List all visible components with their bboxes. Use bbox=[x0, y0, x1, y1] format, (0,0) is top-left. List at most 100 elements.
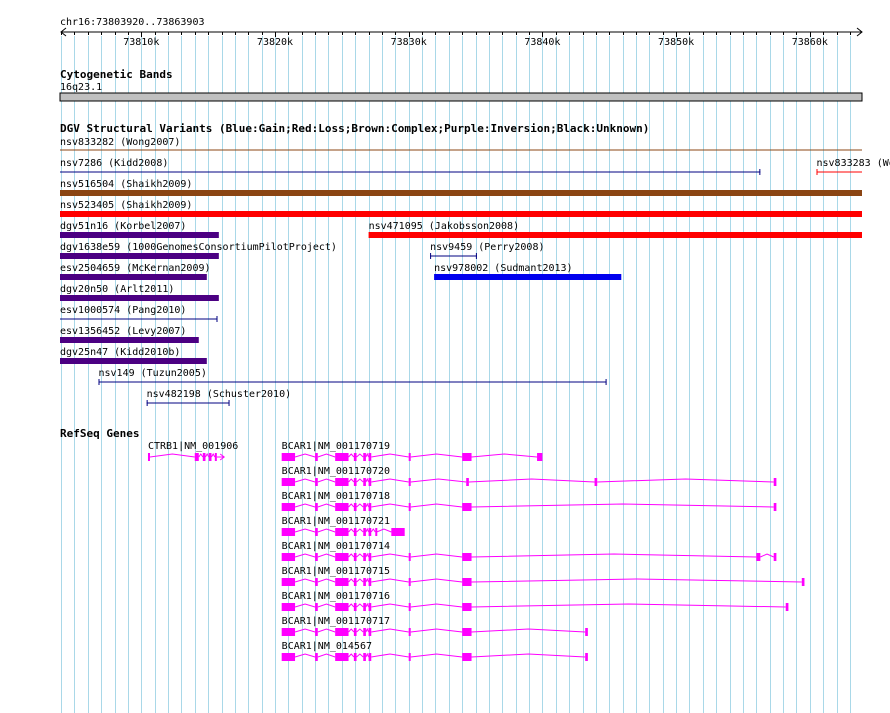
dgv-feature[interactable]: nsv523405 (Shaikh2009) bbox=[60, 200, 862, 217]
gene-intron bbox=[468, 478, 595, 483]
gene-exon bbox=[281, 603, 296, 611]
dgv-feature-bar[interactable] bbox=[60, 232, 219, 238]
gene-exon bbox=[408, 603, 411, 611]
gene-label: BCAR1|NM_001170715 bbox=[282, 566, 390, 577]
dgv-feature[interactable]: esv1356452 (Levy2007) bbox=[60, 326, 199, 343]
gene-exon bbox=[353, 603, 357, 611]
gene-intron bbox=[356, 478, 364, 483]
gene-exon bbox=[462, 628, 472, 636]
gene-exon bbox=[315, 528, 318, 536]
gene-intron bbox=[348, 653, 355, 658]
ruler-tick-label: 73830k bbox=[391, 37, 427, 48]
region-label: chr16:73803920..73863903 bbox=[60, 17, 205, 28]
dgv-feature[interactable]: dgv1638e59 (1000GenomesConsortiumPilotPr… bbox=[60, 242, 337, 259]
dgv-feature-label: esv2504659 (McKernan2009) bbox=[60, 263, 211, 274]
dgv-feature[interactable]: esv2504659 (McKernan2009) bbox=[60, 263, 211, 280]
gene-exon bbox=[353, 478, 357, 486]
dgv-feature[interactable]: nsv482198 (Schuster2010) bbox=[146, 389, 292, 406]
gene-model[interactable]: CTRB1|NM_001906 bbox=[147, 441, 238, 461]
dgv-feature-bar[interactable] bbox=[434, 274, 622, 280]
gene-exon bbox=[408, 653, 411, 661]
gene-model[interactable]: BCAR1|NM_001170717 bbox=[281, 616, 588, 636]
gene-exon bbox=[462, 578, 472, 586]
dgv-feature-bar[interactable] bbox=[60, 337, 199, 343]
ruler-tick-label: 73860k bbox=[792, 37, 828, 48]
gene-exon bbox=[462, 653, 472, 661]
gene-intron bbox=[410, 653, 463, 658]
gene-exon bbox=[785, 603, 789, 611]
dgv-feature-label: nsv471095 (Jakobsson2008) bbox=[369, 221, 520, 232]
gene-exon bbox=[368, 603, 372, 611]
dgv-feature-bar[interactable] bbox=[60, 274, 207, 280]
gene-label: CTRB1|NM_001906 bbox=[148, 441, 238, 452]
dgv-feature-bar[interactable] bbox=[60, 295, 219, 301]
dgv-feature[interactable]: nsv833283 (Wong2007) bbox=[816, 158, 890, 175]
gene-exon bbox=[353, 653, 357, 661]
refseq-track: RefSeq Genes CTRB1|NM_001906 BCAR1|NM_001… bbox=[60, 427, 805, 661]
gene-exon bbox=[335, 528, 349, 536]
gene-intron bbox=[294, 578, 316, 583]
gene-model[interactable]: BCAR1|NM_014567 bbox=[281, 641, 588, 661]
dgv-feature-bar[interactable] bbox=[60, 253, 219, 259]
gene-intron bbox=[348, 603, 355, 608]
gene-intron bbox=[365, 577, 370, 583]
dgv-feature-label: dgv1638e59 (1000GenomesConsortiumPilotPr… bbox=[60, 242, 337, 253]
gene-model[interactable]: BCAR1|NM_001170721 bbox=[281, 516, 405, 536]
gene-exon bbox=[368, 628, 372, 636]
gene-model[interactable]: BCAR1|NM_001170716 bbox=[281, 591, 789, 611]
gene-intron bbox=[294, 653, 316, 658]
ruler-tick-label: 73850k bbox=[658, 37, 694, 48]
gene-exon bbox=[756, 553, 761, 561]
gene-exon bbox=[335, 653, 349, 661]
ruler-tick-label: 73820k bbox=[257, 37, 293, 48]
gene-intron bbox=[371, 453, 409, 458]
gene-intron bbox=[371, 603, 409, 608]
gene-exon bbox=[801, 578, 805, 586]
gene-exon bbox=[315, 603, 318, 611]
gene-intron bbox=[365, 552, 370, 558]
dgv-feature[interactable]: dgv25n47 (Kidd2010b) bbox=[60, 347, 207, 364]
gene-intron bbox=[371, 653, 409, 658]
gene-intron bbox=[294, 453, 316, 458]
gene-exon bbox=[375, 528, 378, 536]
gene-intron bbox=[317, 528, 336, 533]
gene-model[interactable]: BCAR1|NM_001170715 bbox=[281, 566, 805, 586]
gene-intron bbox=[365, 602, 370, 608]
gene-intron bbox=[371, 553, 409, 558]
gene-exon bbox=[408, 628, 411, 636]
gene-exon bbox=[466, 478, 469, 486]
gene-intron bbox=[410, 503, 463, 508]
gene-intron bbox=[410, 453, 463, 458]
dgv-feature[interactable]: esv1000574 (Pang2010) bbox=[60, 305, 218, 322]
gene-exon bbox=[281, 503, 296, 511]
gene-exon bbox=[315, 628, 318, 636]
gene-exon bbox=[335, 578, 349, 586]
cytoband-bar[interactable] bbox=[59, 92, 863, 102]
dgv-feature[interactable]: nsv516504 (Shaikh2009) bbox=[60, 179, 862, 196]
cytoband-track-title: Cytogenetic Bands bbox=[60, 68, 173, 81]
gene-exon bbox=[353, 628, 357, 636]
ruler-tick-label: 73840k bbox=[524, 37, 560, 48]
dgv-feature-bar[interactable] bbox=[60, 211, 862, 217]
gene-exon bbox=[363, 503, 366, 511]
gene-intron bbox=[348, 503, 355, 508]
dgv-feature-bar[interactable] bbox=[368, 232, 862, 238]
gene-model[interactable]: BCAR1|NM_001170719 bbox=[281, 441, 543, 461]
gene-exon bbox=[368, 578, 372, 586]
gene-exon bbox=[202, 453, 206, 461]
dgv-feature[interactable]: nsv833282 (Wong2007) bbox=[60, 137, 862, 151]
gene-exon bbox=[353, 578, 357, 586]
dgv-feature[interactable]: nsv978002 (Sudmant2013) bbox=[434, 263, 622, 280]
gene-intron bbox=[471, 628, 586, 633]
gene-exon bbox=[368, 528, 372, 536]
gene-exon bbox=[408, 503, 411, 511]
gene-intron bbox=[356, 628, 364, 633]
dgv-feature[interactable]: nsv7286 (Kidd2008) bbox=[60, 158, 761, 175]
dgv-feature[interactable]: nsv471095 (Jakobsson2008) bbox=[368, 221, 862, 238]
dgv-feature[interactable]: nsv149 (Tuzun2005) bbox=[98, 368, 607, 385]
dgv-feature-bar[interactable] bbox=[60, 358, 207, 364]
gene-exon bbox=[368, 503, 372, 511]
dgv-feature[interactable]: nsv9459 (Perry2008) bbox=[430, 242, 544, 259]
dgv-feature-label: dgv51n16 (Korbel2007) bbox=[60, 221, 186, 232]
dgv-feature-bar[interactable] bbox=[60, 190, 862, 196]
